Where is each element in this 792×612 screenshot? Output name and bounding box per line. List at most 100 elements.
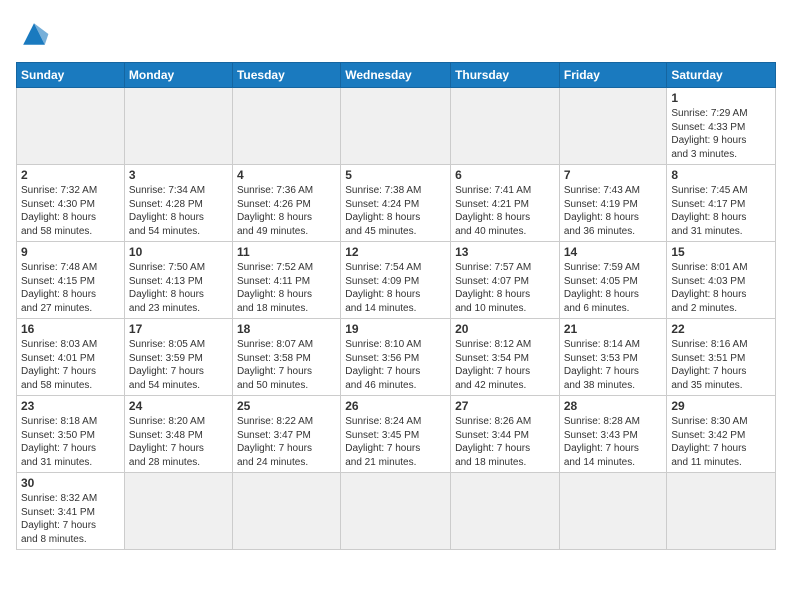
header [16, 16, 776, 52]
calendar-cell: 25Sunrise: 8:22 AMSunset: 3:47 PMDayligh… [232, 396, 340, 473]
day-info: Sunrise: 7:54 AMSunset: 4:09 PMDaylight:… [345, 261, 446, 315]
day-number: 20 [455, 322, 555, 336]
day-number: 29 [671, 399, 771, 413]
day-info: Sunrise: 8:18 AMSunset: 3:50 PMDaylight:… [21, 415, 120, 469]
day-info: Sunrise: 8:26 AMSunset: 3:44 PMDaylight:… [455, 415, 555, 469]
day-number: 14 [564, 245, 663, 259]
day-info: Sunrise: 8:30 AMSunset: 3:42 PMDaylight:… [671, 415, 771, 469]
weekday-header-saturday: Saturday [667, 63, 776, 88]
day-info: Sunrise: 7:38 AMSunset: 4:24 PMDaylight:… [345, 184, 446, 238]
calendar-cell: 3 Sunrise: 7:34 AMSunset: 4:28 PMDaylight… [124, 165, 232, 242]
calendar-cell: 6 Sunrise: 7:41 AMSunset: 4:21 PMDaylight… [451, 165, 560, 242]
calendar-table: SundayMondayTuesdayWednesdayThursdayFrid… [16, 62, 776, 550]
day-info: Sunrise: 8:28 AMSunset: 3:43 PMDaylight:… [564, 415, 663, 469]
day-info: Sunrise: 7:50 AMSunset: 4:13 PMDaylight:… [129, 261, 228, 315]
day-number: 2 [21, 168, 120, 182]
day-number: 13 [455, 245, 555, 259]
logo-icon [16, 16, 52, 52]
calendar-cell: 30 Sunrise: 8:32 AMSunset: 3:41 PMDayligh… [17, 473, 125, 550]
day-number: 27 [455, 399, 555, 413]
day-info: Sunrise: 8:07 AMSunset: 3:58 PMDaylight:… [237, 338, 336, 392]
weekday-header-wednesday: Wednesday [341, 63, 451, 88]
weekday-header-tuesday: Tuesday [232, 63, 340, 88]
day-number: 9 [21, 245, 120, 259]
calendar-cell [451, 88, 560, 165]
weekday-header-row: SundayMondayTuesdayWednesdayThursdayFrid… [17, 63, 776, 88]
logo [16, 16, 56, 52]
day-info: Sunrise: 8:16 AMSunset: 3:51 PMDaylight:… [671, 338, 771, 392]
day-number: 12 [345, 245, 446, 259]
calendar-week-row: 23 Sunrise: 8:18 AMSunset: 3:50 PMDayligh… [17, 396, 776, 473]
day-info: Sunrise: 7:57 AMSunset: 4:07 PMDaylight:… [455, 261, 555, 315]
calendar-cell: 17 Sunrise: 8:05 AMSunset: 3:59 PMDayligh… [124, 319, 232, 396]
calendar-cell: 7 Sunrise: 7:43 AMSunset: 4:19 PMDaylight… [559, 165, 667, 242]
calendar-cell [559, 473, 667, 550]
calendar-cell: 10 Sunrise: 7:50 AMSunset: 4:13 PMDayligh… [124, 242, 232, 319]
day-number: 22 [671, 322, 771, 336]
day-number: 23 [21, 399, 120, 413]
day-info: Sunrise: 7:52 AMSunset: 4:11 PMDaylight:… [237, 261, 336, 315]
day-info: Sunrise: 8:03 AMSunset: 4:01 PMDaylight:… [21, 338, 120, 392]
day-number: 3 [129, 168, 228, 182]
calendar-cell [124, 88, 232, 165]
calendar-cell: 15 Sunrise: 8:01 AMSunset: 4:03 PMDayligh… [667, 242, 776, 319]
weekday-header-monday: Monday [124, 63, 232, 88]
calendar-cell: 18Sunrise: 8:07 AMSunset: 3:58 PMDayligh… [232, 319, 340, 396]
day-info: Sunrise: 8:05 AMSunset: 3:59 PMDaylight:… [129, 338, 228, 392]
day-info: Sunrise: 7:32 AMSunset: 4:30 PMDaylight:… [21, 184, 120, 238]
calendar-cell: 23 Sunrise: 8:18 AMSunset: 3:50 PMDayligh… [17, 396, 125, 473]
day-number: 28 [564, 399, 663, 413]
calendar-cell: 2 Sunrise: 7:32 AMSunset: 4:30 PMDaylight… [17, 165, 125, 242]
calendar-cell: 26 Sunrise: 8:24 AMSunset: 3:45 PMDayligh… [341, 396, 451, 473]
calendar-week-row: 16 Sunrise: 8:03 AMSunset: 4:01 PMDayligh… [17, 319, 776, 396]
calendar-cell: 22 Sunrise: 8:16 AMSunset: 3:51 PMDayligh… [667, 319, 776, 396]
day-info: Sunrise: 7:41 AMSunset: 4:21 PMDaylight:… [455, 184, 555, 238]
calendar-cell [124, 473, 232, 550]
day-info: Sunrise: 7:29 AMSunset: 4:33 PMDaylight:… [671, 107, 771, 161]
calendar-cell: 20 Sunrise: 8:12 AMSunset: 3:54 PMDayligh… [451, 319, 560, 396]
calendar-cell: 24Sunrise: 8:20 AMSunset: 3:48 PMDayligh… [124, 396, 232, 473]
day-number: 5 [345, 168, 446, 182]
day-info: Sunrise: 7:48 AMSunset: 4:15 PMDaylight:… [21, 261, 120, 315]
calendar-cell [232, 88, 340, 165]
calendar-cell: 13 Sunrise: 7:57 AMSunset: 4:07 PMDayligh… [451, 242, 560, 319]
day-number: 30 [21, 476, 120, 490]
calendar-cell [232, 473, 340, 550]
day-info: Sunrise: 8:24 AMSunset: 3:45 PMDaylight:… [345, 415, 446, 469]
day-number: 10 [129, 245, 228, 259]
page: SundayMondayTuesdayWednesdayThursdayFrid… [0, 0, 792, 612]
day-number: 16 [21, 322, 120, 336]
day-info: Sunrise: 8:14 AMSunset: 3:53 PMDaylight:… [564, 338, 663, 392]
calendar-cell [451, 473, 560, 550]
calendar-cell: 4Sunrise: 7:36 AMSunset: 4:26 PMDaylight… [232, 165, 340, 242]
day-number: 15 [671, 245, 771, 259]
day-info: Sunrise: 8:20 AMSunset: 3:48 PMDaylight:… [129, 415, 228, 469]
day-number: 6 [455, 168, 555, 182]
weekday-header-sunday: Sunday [17, 63, 125, 88]
day-info: Sunrise: 8:12 AMSunset: 3:54 PMDaylight:… [455, 338, 555, 392]
day-number: 26 [345, 399, 446, 413]
calendar-cell: 9 Sunrise: 7:48 AMSunset: 4:15 PMDaylight… [17, 242, 125, 319]
day-info: Sunrise: 7:34 AMSunset: 4:28 PMDaylight:… [129, 184, 228, 238]
calendar-cell: 11Sunrise: 7:52 AMSunset: 4:11 PMDayligh… [232, 242, 340, 319]
calendar-cell: 28 Sunrise: 8:28 AMSunset: 3:43 PMDayligh… [559, 396, 667, 473]
day-info: Sunrise: 8:32 AMSunset: 3:41 PMDaylight:… [21, 492, 120, 546]
calendar-week-row: 1Sunrise: 7:29 AMSunset: 4:33 PMDaylight… [17, 88, 776, 165]
weekday-header-friday: Friday [559, 63, 667, 88]
calendar-cell [559, 88, 667, 165]
day-info: Sunrise: 7:43 AMSunset: 4:19 PMDaylight:… [564, 184, 663, 238]
calendar-cell [17, 88, 125, 165]
calendar-week-row: 2 Sunrise: 7:32 AMSunset: 4:30 PMDaylight… [17, 165, 776, 242]
day-number: 19 [345, 322, 446, 336]
day-number: 7 [564, 168, 663, 182]
calendar-cell: 27 Sunrise: 8:26 AMSunset: 3:44 PMDayligh… [451, 396, 560, 473]
weekday-header-thursday: Thursday [451, 63, 560, 88]
day-info: Sunrise: 8:22 AMSunset: 3:47 PMDaylight:… [237, 415, 336, 469]
day-info: Sunrise: 8:01 AMSunset: 4:03 PMDaylight:… [671, 261, 771, 315]
calendar-cell: 1Sunrise: 7:29 AMSunset: 4:33 PMDaylight… [667, 88, 776, 165]
calendar-week-row: 30 Sunrise: 8:32 AMSunset: 3:41 PMDayligh… [17, 473, 776, 550]
day-number: 17 [129, 322, 228, 336]
day-number: 4 [237, 168, 336, 182]
day-info: Sunrise: 8:10 AMSunset: 3:56 PMDaylight:… [345, 338, 446, 392]
calendar-cell: 8Sunrise: 7:45 AMSunset: 4:17 PMDaylight… [667, 165, 776, 242]
